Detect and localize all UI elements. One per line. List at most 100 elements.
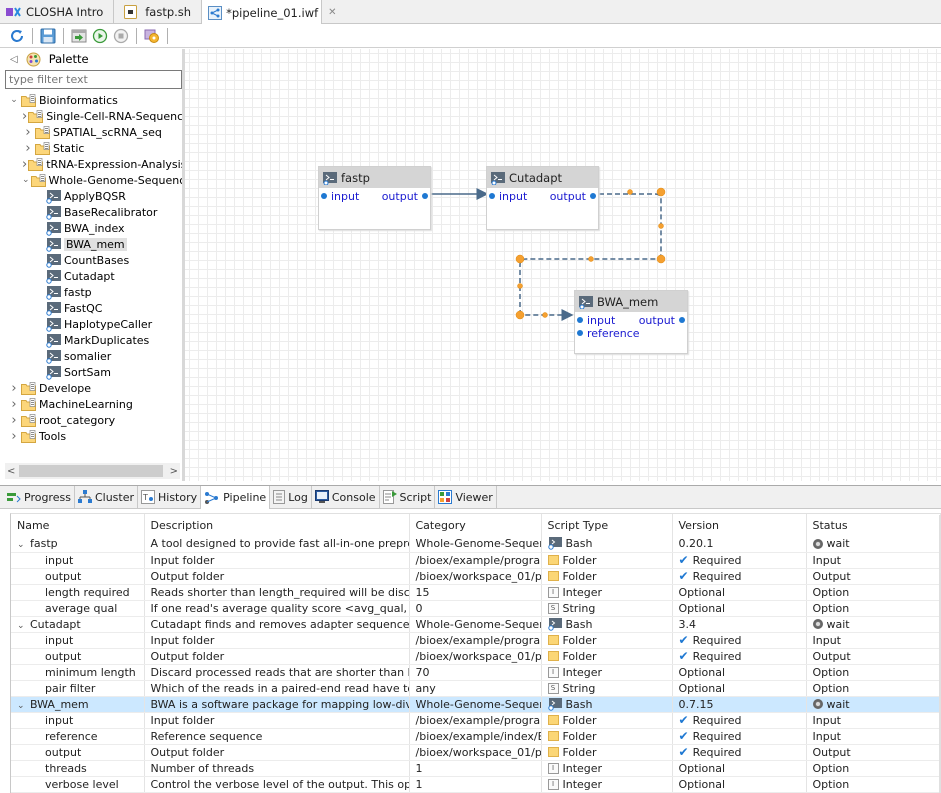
chevron-right-icon[interactable]: › <box>8 397 20 412</box>
bend-handle[interactable] <box>627 189 633 195</box>
palette-program-item[interactable]: MarkDuplicates <box>0 332 182 348</box>
table-row-parameter[interactable]: length required Reads shorter than length… <box>11 584 941 601</box>
chevron-right-icon[interactable]: › <box>8 413 20 428</box>
bend-handle[interactable] <box>588 256 594 262</box>
palette-program-item[interactable]: CountBases <box>0 252 182 268</box>
table-row-parameter[interactable]: reference Reference sequence/bioex/exampl… <box>11 728 941 745</box>
column-header-version[interactable]: Version <box>672 514 807 536</box>
palette-program-item[interactable]: fastp <box>0 284 182 300</box>
bend-handle[interactable] <box>515 310 525 320</box>
bend-handle[interactable] <box>656 254 666 264</box>
palette-program-item[interactable]: SortSam <box>0 364 182 380</box>
table-row-parameter[interactable]: verbose level Control the verbose level o… <box>11 776 941 793</box>
palette-program-item[interactable]: Cutadapt <box>0 268 182 284</box>
collapse-palette-icon[interactable]: ◁ <box>10 54 18 65</box>
run-button[interactable] <box>91 27 109 45</box>
view-tab-cluster[interactable]: Cluster <box>75 486 138 508</box>
palette-program-item[interactable]: somalier <box>0 348 182 364</box>
palette-folder-item[interactable]: › SPATIAL_scRNA_seq <box>0 124 182 140</box>
table-row-program[interactable]: ⌄ fastp A tool designed to provide fast al… <box>11 536 941 553</box>
palette-folder-item[interactable]: › Tools <box>0 428 182 444</box>
output-port[interactable]: output <box>550 190 596 203</box>
view-tab-history[interactable]: T History <box>138 486 202 508</box>
table-row-parameter[interactable]: minimum length Discard processed reads th… <box>11 664 941 681</box>
chevron-right-icon[interactable]: › <box>22 109 27 124</box>
node-header[interactable]: BWA_mem <box>575 291 687 312</box>
palette-filter-input[interactable] <box>5 70 182 89</box>
table-row-parameter[interactable]: pair filter Which of the reads in a paire… <box>11 680 941 697</box>
chevron-right-icon[interactable]: › <box>22 125 34 140</box>
output-port[interactable]: output <box>382 190 428 203</box>
port-dot[interactable] <box>321 193 327 199</box>
bend-handle[interactable] <box>658 223 664 229</box>
column-header-status[interactable]: Status <box>806 514 941 536</box>
table-row-parameter[interactable]: input Input folder/bioex/example/progra..… <box>11 712 941 729</box>
node-bwa-mem[interactable]: BWA_mem input output reference <box>574 290 688 354</box>
table-row-program[interactable]: ⌄ Cutadapt Cutadapt finds and removes adap… <box>11 616 941 633</box>
palette-folder-item[interactable]: ⌄ Whole-Genome-Sequencing <box>0 172 182 188</box>
palette-program-item[interactable]: BWA_index <box>0 220 182 236</box>
scroll-left-arrow[interactable]: < <box>7 466 15 477</box>
node-header[interactable]: fastp <box>319 167 430 188</box>
save-button[interactable] <box>39 27 57 45</box>
stop-button[interactable] <box>112 27 130 45</box>
column-header-category[interactable]: Category <box>409 514 542 536</box>
chevron-right-icon[interactable]: › <box>8 429 20 444</box>
chevron-right-icon[interactable]: › <box>8 381 20 396</box>
bend-handle[interactable] <box>656 187 666 197</box>
input-port[interactable]: input <box>321 190 359 203</box>
table-row-parameter[interactable]: input Input folder/bioex/example/progra..… <box>11 632 941 649</box>
palette-folder-item[interactable]: › Static <box>0 140 182 156</box>
palette-folder-item[interactable]: ⌄ Bioinformatics <box>0 92 182 108</box>
port-dot[interactable] <box>577 317 583 323</box>
node-cutadapt[interactable]: Cutadapt input output <box>486 166 599 230</box>
palette-program-item[interactable]: HaplotypeCaller <box>0 316 182 332</box>
node-fastp[interactable]: fastp input output <box>318 166 431 230</box>
node-header[interactable]: Cutadapt <box>487 167 598 188</box>
table-row-parameter[interactable]: input Input folder/bioex/example/progra..… <box>11 552 941 569</box>
chevron-down-icon[interactable]: ⌄ <box>8 95 20 105</box>
palette-program-item[interactable]: FastQC <box>0 300 182 316</box>
palette-folder-item[interactable]: › Single-Cell-RNA-Sequencing <box>0 108 182 124</box>
chevron-right-icon[interactable]: › <box>22 141 34 156</box>
chevron-right-icon[interactable]: › <box>22 157 27 172</box>
view-tab-script[interactable]: Script <box>380 486 436 508</box>
palette-folder-item[interactable]: › root_category <box>0 412 182 428</box>
bend-handle[interactable] <box>515 254 525 264</box>
chevron-down-icon[interactable]: ⌄ <box>22 175 30 185</box>
view-tab-log[interactable]: Log <box>270 486 312 508</box>
view-tab-console[interactable]: Console <box>312 486 380 508</box>
port-dot[interactable] <box>590 193 596 199</box>
chevron-down-icon[interactable]: ⌄ <box>17 621 27 631</box>
column-header-name[interactable]: Name <box>11 514 145 536</box>
table-row-parameter[interactable]: threads Number of threads 1 I Integer Optiona… <box>11 760 941 777</box>
import-button[interactable] <box>70 27 88 45</box>
palette-folder-item[interactable]: › Develope <box>0 380 182 396</box>
bend-handle[interactable] <box>542 312 548 318</box>
port-dot[interactable] <box>577 330 583 336</box>
editor-tab-pipeline-01[interactable]: *pipeline_01.iwf ✕ <box>202 0 337 25</box>
reference-port[interactable]: reference <box>577 327 640 340</box>
view-tab-progress[interactable]: Progress <box>4 486 75 508</box>
editor-tab-closha-intro[interactable]: CLOSHA Intro <box>0 0 115 24</box>
palette-horizontal-scrollbar[interactable]: < > <box>5 463 180 479</box>
table-row-parameter[interactable]: output Output folder/bioex/workspace_01/p… <box>11 648 941 665</box>
port-dot[interactable] <box>422 193 428 199</box>
pipeline-canvas[interactable]: fastp input output Cutadapt input output… <box>185 49 941 481</box>
table-row-parameter[interactable]: output Output folder/bioex/workspace_01/p… <box>11 568 941 585</box>
input-port[interactable]: input <box>577 314 615 327</box>
refresh-button[interactable] <box>8 27 26 45</box>
column-header-description[interactable]: Description <box>144 514 410 536</box>
palette-program-item[interactable]: ApplyBQSR <box>0 188 182 204</box>
chevron-down-icon[interactable]: ⌄ <box>17 701 27 711</box>
port-dot[interactable] <box>489 193 495 199</box>
editor-tab-fastp-sh[interactable]: fastp.sh <box>114 0 203 24</box>
scroll-right-arrow[interactable]: > <box>170 466 178 477</box>
chevron-down-icon[interactable]: ⌄ <box>17 540 27 550</box>
scrollbar-thumb[interactable] <box>19 465 163 477</box>
palette-program-item[interactable]: BaseRecalibrator <box>0 204 182 220</box>
input-port[interactable]: input <box>489 190 527 203</box>
table-row-parameter[interactable]: output Output folder/bioex/workspace_01/p… <box>11 744 941 761</box>
palette-folder-item[interactable]: › tRNA-Expression-Analysis <box>0 156 182 172</box>
column-header-script-type[interactable]: Script Type <box>541 514 673 536</box>
